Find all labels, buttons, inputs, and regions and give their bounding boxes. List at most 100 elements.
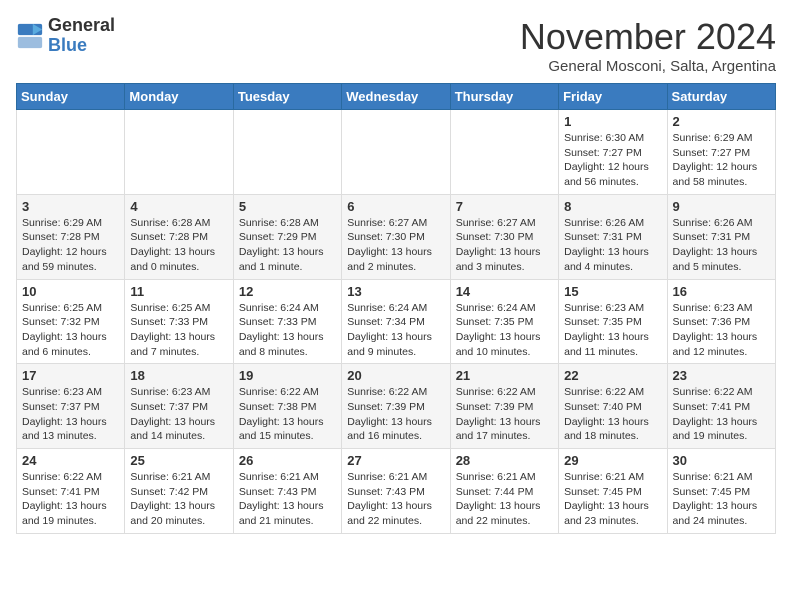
day-number: 29 bbox=[564, 453, 661, 468]
calendar-week-row: 1 Sunrise: 6:30 AM Sunset: 7:27 PM Daylig… bbox=[17, 110, 776, 195]
calendar-cell: 7 Sunrise: 6:27 AM Sunset: 7:30 PM Daylig… bbox=[450, 194, 558, 279]
day-number: 8 bbox=[564, 199, 661, 214]
page-header: General Blue November 2024 General Mosco… bbox=[16, 16, 776, 75]
title-block: November 2024 General Mosconi, Salta, Ar… bbox=[520, 16, 776, 75]
day-info: Sunrise: 6:22 AM Sunset: 7:38 PM Dayligh… bbox=[239, 385, 336, 444]
calendar-cell: 8 Sunrise: 6:26 AM Sunset: 7:31 PM Daylig… bbox=[559, 194, 667, 279]
day-number: 9 bbox=[673, 199, 770, 214]
calendar-week-row: 17 Sunrise: 6:23 AM Sunset: 7:37 PM Dayli… bbox=[17, 364, 776, 449]
calendar-cell: 28 Sunrise: 6:21 AM Sunset: 7:44 PM Dayli… bbox=[450, 449, 558, 534]
day-info: Sunrise: 6:30 AM Sunset: 7:27 PM Dayligh… bbox=[564, 131, 661, 190]
day-number: 18 bbox=[130, 368, 227, 383]
day-number: 3 bbox=[22, 199, 119, 214]
calendar-cell: 4Sunrise: 6:28 AM Sunset: 7:28 PM Daylig… bbox=[125, 194, 233, 279]
weekday-header-thursday: Thursday bbox=[450, 84, 558, 110]
calendar-cell: 12Sunrise: 6:24 AM Sunset: 7:33 PM Dayli… bbox=[233, 279, 341, 364]
day-info: Sunrise: 6:29 AM Sunset: 7:28 PM Dayligh… bbox=[22, 216, 119, 275]
day-info: Sunrise: 6:21 AM Sunset: 7:43 PM Dayligh… bbox=[347, 470, 444, 529]
calendar-cell: 24 Sunrise: 6:22 AM Sunset: 7:41 PM Dayli… bbox=[17, 449, 125, 534]
calendar-cell: 25 Sunrise: 6:21 AM Sunset: 7:42 PM Dayli… bbox=[125, 449, 233, 534]
calendar-cell: 5 Sunrise: 6:28 AM Sunset: 7:29 PM Daylig… bbox=[233, 194, 341, 279]
weekday-header-row: SundayMondayTuesdayWednesdayThursdayFrid… bbox=[17, 84, 776, 110]
logo: General Blue bbox=[16, 16, 115, 56]
calendar-cell bbox=[125, 110, 233, 195]
day-number: 7 bbox=[456, 199, 553, 214]
calendar-cell: 1 Sunrise: 6:30 AM Sunset: 7:27 PM Daylig… bbox=[559, 110, 667, 195]
calendar-cell: 15Sunrise: 6:23 AM Sunset: 7:35 PM Dayli… bbox=[559, 279, 667, 364]
location-subtitle: General Mosconi, Salta, Argentina bbox=[520, 58, 776, 75]
day-info: Sunrise: 6:27 AM Sunset: 7:30 PM Dayligh… bbox=[347, 216, 444, 275]
calendar-cell: 22Sunrise: 6:22 AM Sunset: 7:40 PM Dayli… bbox=[559, 364, 667, 449]
calendar-cell: 26 Sunrise: 6:21 AM Sunset: 7:43 PM Dayli… bbox=[233, 449, 341, 534]
day-info: Sunrise: 6:29 AM Sunset: 7:27 PM Dayligh… bbox=[673, 131, 770, 190]
logo-general-text: General bbox=[48, 15, 115, 35]
day-info: Sunrise: 6:21 AM Sunset: 7:43 PM Dayligh… bbox=[239, 470, 336, 529]
calendar-cell: 21 Sunrise: 6:22 AM Sunset: 7:39 PM Dayli… bbox=[450, 364, 558, 449]
calendar-cell: 10Sunrise: 6:25 AM Sunset: 7:32 PM Dayli… bbox=[17, 279, 125, 364]
day-number: 13 bbox=[347, 284, 444, 299]
day-number: 19 bbox=[239, 368, 336, 383]
calendar-cell: 18 Sunrise: 6:23 AM Sunset: 7:37 PM Dayli… bbox=[125, 364, 233, 449]
day-number: 5 bbox=[239, 199, 336, 214]
calendar-cell: 6 Sunrise: 6:27 AM Sunset: 7:30 PM Daylig… bbox=[342, 194, 450, 279]
day-number: 12 bbox=[239, 284, 336, 299]
day-info: Sunrise: 6:21 AM Sunset: 7:45 PM Dayligh… bbox=[564, 470, 661, 529]
day-info: Sunrise: 6:23 AM Sunset: 7:37 PM Dayligh… bbox=[22, 385, 119, 444]
day-info: Sunrise: 6:23 AM Sunset: 7:36 PM Dayligh… bbox=[673, 301, 770, 360]
day-info: Sunrise: 6:25 AM Sunset: 7:33 PM Dayligh… bbox=[130, 301, 227, 360]
day-number: 21 bbox=[456, 368, 553, 383]
calendar-cell bbox=[342, 110, 450, 195]
weekday-header-sunday: Sunday bbox=[17, 84, 125, 110]
day-number: 23 bbox=[673, 368, 770, 383]
day-number: 24 bbox=[22, 453, 119, 468]
calendar-week-row: 24 Sunrise: 6:22 AM Sunset: 7:41 PM Dayli… bbox=[17, 449, 776, 534]
logo-blue-text: Blue bbox=[48, 35, 87, 55]
calendar-cell: 29 Sunrise: 6:21 AM Sunset: 7:45 PM Dayli… bbox=[559, 449, 667, 534]
day-number: 25 bbox=[130, 453, 227, 468]
month-title: November 2024 bbox=[520, 16, 776, 58]
calendar-cell bbox=[17, 110, 125, 195]
day-number: 17 bbox=[22, 368, 119, 383]
day-info: Sunrise: 6:22 AM Sunset: 7:39 PM Dayligh… bbox=[456, 385, 553, 444]
calendar-cell: 20Sunrise: 6:22 AM Sunset: 7:39 PM Dayli… bbox=[342, 364, 450, 449]
day-info: Sunrise: 6:21 AM Sunset: 7:42 PM Dayligh… bbox=[130, 470, 227, 529]
weekday-header-tuesday: Tuesday bbox=[233, 84, 341, 110]
calendar-week-row: 10Sunrise: 6:25 AM Sunset: 7:32 PM Dayli… bbox=[17, 279, 776, 364]
day-info: Sunrise: 6:22 AM Sunset: 7:41 PM Dayligh… bbox=[673, 385, 770, 444]
day-number: 6 bbox=[347, 199, 444, 214]
day-info: Sunrise: 6:23 AM Sunset: 7:37 PM Dayligh… bbox=[130, 385, 227, 444]
day-number: 1 bbox=[564, 114, 661, 129]
calendar-cell bbox=[450, 110, 558, 195]
day-number: 26 bbox=[239, 453, 336, 468]
calendar-cell: 9Sunrise: 6:26 AM Sunset: 7:31 PM Daylig… bbox=[667, 194, 775, 279]
day-info: Sunrise: 6:24 AM Sunset: 7:34 PM Dayligh… bbox=[347, 301, 444, 360]
weekday-header-saturday: Saturday bbox=[667, 84, 775, 110]
day-number: 14 bbox=[456, 284, 553, 299]
day-info: Sunrise: 6:22 AM Sunset: 7:39 PM Dayligh… bbox=[347, 385, 444, 444]
weekday-header-wednesday: Wednesday bbox=[342, 84, 450, 110]
weekday-header-friday: Friday bbox=[559, 84, 667, 110]
calendar-cell: 27 Sunrise: 6:21 AM Sunset: 7:43 PM Dayli… bbox=[342, 449, 450, 534]
calendar-cell: 30 Sunrise: 6:21 AM Sunset: 7:45 PM Dayli… bbox=[667, 449, 775, 534]
calendar-cell: 2 Sunrise: 6:29 AM Sunset: 7:27 PM Daylig… bbox=[667, 110, 775, 195]
day-info: Sunrise: 6:25 AM Sunset: 7:32 PM Dayligh… bbox=[22, 301, 119, 360]
logo-icon bbox=[16, 22, 44, 50]
day-number: 16 bbox=[673, 284, 770, 299]
day-info: Sunrise: 6:23 AM Sunset: 7:35 PM Dayligh… bbox=[564, 301, 661, 360]
calendar-cell: 19 Sunrise: 6:22 AM Sunset: 7:38 PM Dayli… bbox=[233, 364, 341, 449]
day-info: Sunrise: 6:21 AM Sunset: 7:45 PM Dayligh… bbox=[673, 470, 770, 529]
day-number: 27 bbox=[347, 453, 444, 468]
day-info: Sunrise: 6:21 AM Sunset: 7:44 PM Dayligh… bbox=[456, 470, 553, 529]
calendar-cell: 14Sunrise: 6:24 AM Sunset: 7:35 PM Dayli… bbox=[450, 279, 558, 364]
calendar-table: SundayMondayTuesdayWednesdayThursdayFrid… bbox=[16, 83, 776, 534]
day-number: 28 bbox=[456, 453, 553, 468]
day-number: 11 bbox=[130, 284, 227, 299]
day-number: 30 bbox=[673, 453, 770, 468]
day-info: Sunrise: 6:22 AM Sunset: 7:41 PM Dayligh… bbox=[22, 470, 119, 529]
weekday-header-monday: Monday bbox=[125, 84, 233, 110]
day-number: 2 bbox=[673, 114, 770, 129]
calendar-cell: 3 Sunrise: 6:29 AM Sunset: 7:28 PM Daylig… bbox=[17, 194, 125, 279]
day-info: Sunrise: 6:27 AM Sunset: 7:30 PM Dayligh… bbox=[456, 216, 553, 275]
day-info: Sunrise: 6:28 AM Sunset: 7:29 PM Dayligh… bbox=[239, 216, 336, 275]
day-info: Sunrise: 6:26 AM Sunset: 7:31 PM Dayligh… bbox=[564, 216, 661, 275]
